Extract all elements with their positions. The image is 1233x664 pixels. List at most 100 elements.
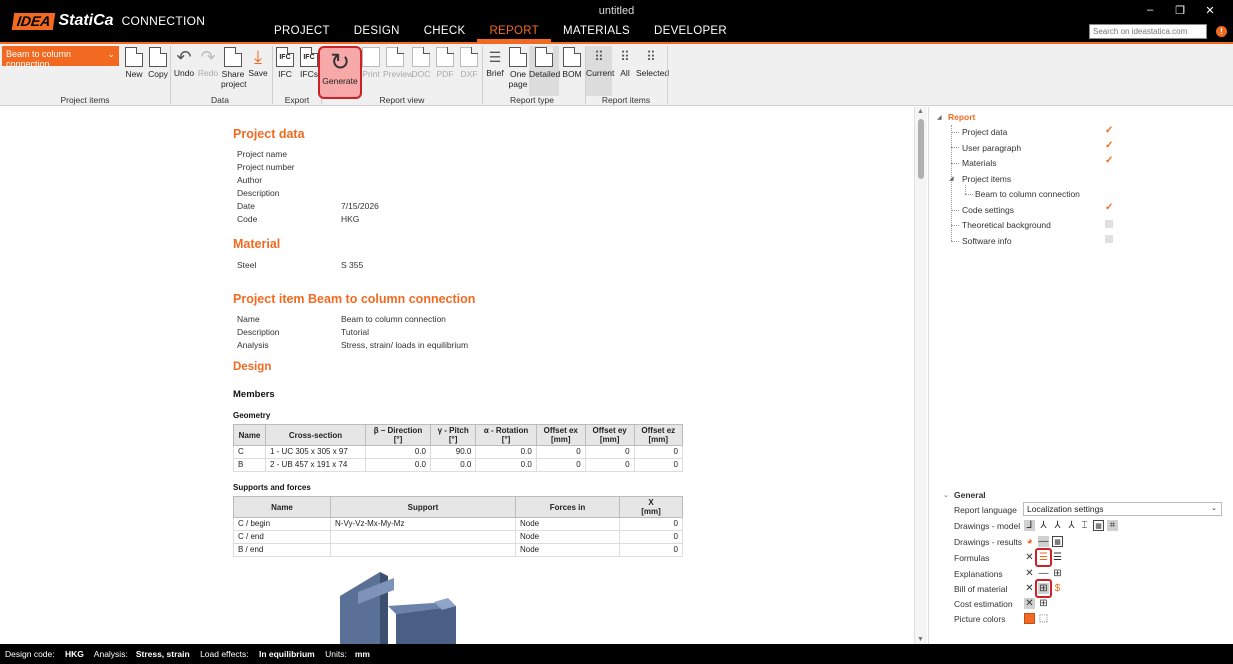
drawings-results-label: Drawings - results — [954, 537, 1023, 547]
project-item-dropdown[interactable]: Beam to column connection ⌄ — [2, 46, 119, 69]
dxf-button[interactable]: DXF — [457, 46, 481, 96]
table-icon[interactable]: ⊞ — [1052, 568, 1063, 579]
check-icon[interactable]: ✓ — [1105, 203, 1114, 213]
cell — [330, 530, 516, 544]
share-label-2: project — [221, 79, 247, 89]
none-icon[interactable]: ✕ — [1024, 583, 1035, 594]
notification-icon[interactable]: ! — [1216, 26, 1227, 37]
pdf-button[interactable]: PDF — [433, 46, 457, 96]
image-icon[interactable]: ▦ — [1093, 520, 1104, 531]
report-language-label: Report language — [954, 505, 1017, 515]
none-icon[interactable]: ✕ — [1024, 568, 1035, 579]
selected-button[interactable]: ⠿ Selected — [636, 46, 669, 96]
node-icon[interactable]: ⅄ — [1038, 520, 1049, 531]
detailed-button[interactable]: Detailed — [529, 46, 560, 96]
none-icon[interactable]: ✕ — [1024, 552, 1035, 563]
col-header: X [mm] — [619, 496, 683, 518]
unchecked-box[interactable] — [1105, 220, 1113, 228]
connection-model-image — [340, 572, 456, 644]
tree-item-user-paragraph[interactable]: User paragraph — [962, 143, 1021, 153]
tab-materials[interactable]: MATERIALS — [551, 25, 642, 42]
cell: 0.0 — [429, 458, 477, 472]
tab-project[interactable]: PROJECT — [262, 25, 342, 42]
print-button[interactable]: Print — [359, 46, 383, 96]
minimize-icon[interactable]: – — [1135, 4, 1165, 17]
tree-item-code-settings[interactable]: Code settings — [962, 205, 1014, 215]
tab-report[interactable]: REPORT — [477, 25, 551, 42]
section-icon[interactable]: ⌶ — [1079, 520, 1090, 531]
brief-button[interactable]: ☰ Brief — [483, 46, 507, 96]
node-icon[interactable]: ⅄ — [1066, 520, 1077, 531]
title-bar: IDEA StatiCa CONNECTION untitled PROJECT… — [0, 0, 1233, 42]
col-header: β – Direction [°] — [365, 424, 431, 446]
dollar-icon[interactable]: $ — [1052, 583, 1063, 594]
color-cube-icon[interactable] — [1024, 613, 1035, 624]
unchecked-box[interactable] — [1105, 235, 1113, 243]
refresh-icon: ↻ — [329, 49, 351, 76]
line-icon[interactable]: — — [1038, 536, 1049, 547]
tree-item-materials[interactable]: Materials — [962, 158, 996, 168]
share-project-button[interactable]: Share project — [221, 46, 247, 96]
node-icon[interactable]: ⅄ — [1052, 520, 1063, 531]
close-icon[interactable]: ✕ — [1195, 4, 1225, 17]
group-label-report-type: Report type — [510, 95, 554, 105]
doc-button[interactable]: DOC — [409, 46, 433, 96]
check-icon[interactable]: ✓ — [1105, 156, 1114, 166]
tree-root-report[interactable]: Report — [948, 112, 975, 122]
crop-icon[interactable]: ⌗ — [1107, 520, 1118, 531]
tree-item-beam-to-column[interactable]: Beam to column connection — [975, 189, 1080, 199]
bom-button[interactable]: BOM — [560, 46, 584, 96]
dash-icon[interactable]: — — [1038, 568, 1049, 579]
color-wheel-icon[interactable]: ◕ — [1024, 536, 1035, 547]
highlight-frame — [1035, 579, 1052, 598]
copy-button[interactable]: Copy — [146, 46, 170, 96]
geometry-table: Name Cross-section β – Direction [°] γ - … — [233, 424, 684, 472]
tab-design[interactable]: DESIGN — [342, 25, 412, 42]
table-icon[interactable]: ⊞ — [1038, 598, 1049, 609]
tree-item-project-data[interactable]: Project data — [962, 127, 1007, 137]
save-button[interactable]: ⤓ Save — [246, 46, 270, 96]
one-page-button[interactable]: One page — [506, 46, 530, 96]
check-icon[interactable]: ✓ — [1105, 126, 1114, 136]
tree-line — [965, 185, 966, 194]
collapse-icon[interactable]: ◢ — [937, 114, 942, 121]
tree-item-project-items[interactable]: Project items — [962, 174, 1011, 184]
axis-icon[interactable]: ⅃ — [1024, 520, 1035, 531]
image-icon[interactable]: ▦ — [1052, 536, 1063, 547]
geometry-header-row: Name Cross-section β – Direction [°] γ - … — [233, 424, 684, 446]
tab-developer[interactable]: DEVELOPER — [642, 25, 739, 42]
scrollbar-thumb[interactable] — [918, 119, 924, 179]
ifc-button[interactable]: IFC IFC — [273, 46, 297, 96]
all-button[interactable]: ⠿ All — [613, 46, 637, 96]
redo-button[interactable]: ↷ Redo — [196, 46, 220, 96]
none-icon[interactable]: ✕ — [1024, 598, 1035, 609]
cell: 0 — [619, 530, 683, 544]
chevron-down-icon[interactable]: ⌄ — [943, 491, 949, 499]
scroll-down-icon[interactable]: ▼ — [917, 636, 924, 643]
cell: 0.0 — [475, 458, 537, 472]
expand-icon[interactable]: ◢ — [949, 175, 954, 182]
print-icon — [362, 47, 380, 67]
tree-item-theoretical-background[interactable]: Theoretical background — [962, 220, 1051, 230]
status-analysis: Analysis: Stress, strain — [93, 649, 190, 659]
check-icon[interactable]: ✓ — [1105, 141, 1114, 151]
generate-button[interactable]: ↻ Generate — [318, 46, 362, 99]
col-header: Forces in — [515, 496, 620, 518]
tree-item-software-info[interactable]: Software info — [962, 236, 1012, 246]
current-button[interactable]: ⠿ Current — [586, 46, 614, 96]
cell: B — [233, 458, 266, 472]
report-language-select[interactable]: Localization settings ⌄ — [1023, 502, 1222, 516]
tab-check[interactable]: CHECK — [412, 25, 478, 42]
list-icon[interactable]: ☰ — [1052, 552, 1063, 563]
wireframe-cube-icon[interactable]: ⬚ — [1038, 613, 1049, 624]
bill-of-material-label: Bill of material — [954, 584, 1008, 594]
scroll-up-icon[interactable]: ▲ — [917, 108, 924, 115]
doc-icon — [412, 47, 430, 67]
preview-button[interactable]: Preview — [383, 46, 413, 96]
restore-icon[interactable]: ❐ — [1165, 4, 1195, 17]
table-row: C 1 - UC 305 x 305 x 97 0.0 90.0 0.0 0 0… — [233, 445, 684, 459]
new-button[interactable]: New — [122, 46, 146, 96]
search-input[interactable] — [1089, 24, 1207, 39]
undo-button[interactable]: ↶ Undo — [172, 46, 196, 96]
document-scrollbar[interactable]: ▲ ▼ — [914, 107, 927, 644]
